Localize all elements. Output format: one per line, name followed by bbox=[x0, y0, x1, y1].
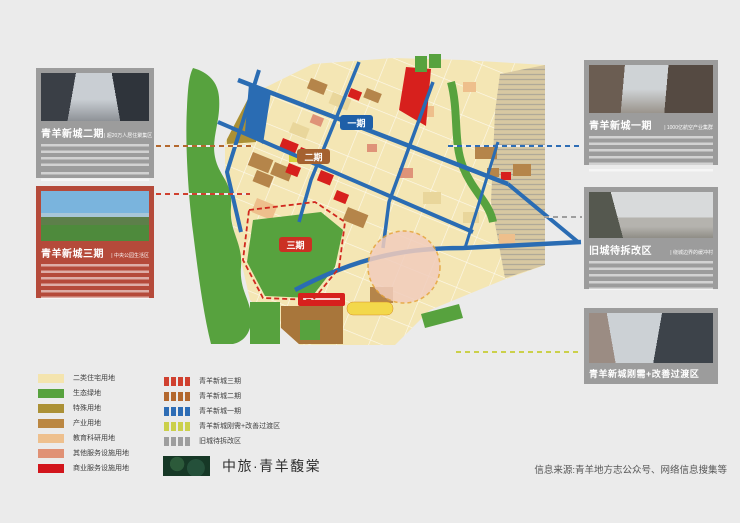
hotel-zone-pill bbox=[347, 302, 393, 315]
card-body-text bbox=[589, 156, 713, 172]
oldtown-photo bbox=[589, 192, 713, 238]
card-body-text bbox=[41, 264, 149, 286]
legend-label: 青羊新城刚需+改善过渡区 bbox=[199, 422, 280, 431]
legend-label: 生态绿地 bbox=[73, 389, 101, 398]
card-body-text bbox=[589, 281, 713, 294]
legend-label: 青羊新城一期 bbox=[199, 407, 241, 416]
card-body-text bbox=[41, 144, 149, 168]
legend-label: 二类住宅用地 bbox=[73, 374, 115, 383]
legend-boundaries: 青羊新城三期 青羊新城二期 青羊新城一期 青羊新城刚需+改善过渡区 旧城待拆改区 bbox=[164, 377, 280, 452]
card-subtitle: | 超20万人居住聚集区 bbox=[104, 132, 152, 139]
phase3-map-label: 三期 bbox=[279, 237, 312, 252]
phase1-photo bbox=[589, 65, 713, 113]
card-body-text bbox=[589, 261, 713, 277]
card-subtitle: | 绕城边界的缓冲村 bbox=[670, 249, 713, 256]
legend-land-use: 二类住宅用地 生态绿地 特殊用地 产业用地 教育科研用地 其他服务设施用地 商业… bbox=[38, 374, 129, 479]
legend-item: 青羊新城刚需+改善过渡区 bbox=[164, 422, 280, 431]
legend-swatch bbox=[164, 407, 190, 416]
transition-photo bbox=[589, 313, 713, 363]
poster-canvas: { "page": { "bg": "#ebebeb", "source_not… bbox=[0, 0, 740, 523]
card-phase3: 青羊新城三期 | 中央公园生活区 bbox=[36, 186, 154, 298]
legend-swatch bbox=[38, 374, 64, 383]
card-title: 青羊新城刚需+改善过渡区 bbox=[589, 367, 699, 380]
logo-text: 中旅·青羊馥棠 bbox=[222, 456, 321, 476]
legend-label: 青羊新城三期 bbox=[199, 377, 241, 386]
phase2-map-label: 二期 bbox=[297, 149, 330, 164]
legend-swatch bbox=[164, 422, 190, 431]
legend-swatch bbox=[164, 392, 190, 401]
card-subtitle: | 1000亿航空产业集群 bbox=[664, 124, 713, 131]
connector-phase3 bbox=[156, 193, 250, 195]
legend-item: 教育科研用地 bbox=[38, 434, 129, 443]
card-phase2: 青羊新城二期 | 超20万人居住聚集区 bbox=[36, 68, 154, 178]
legend-item: 特殊用地 bbox=[38, 404, 129, 413]
legend-item: 生态绿地 bbox=[38, 389, 129, 398]
card-phase1: 青羊新城一期 | 1000亿航空产业集群 bbox=[584, 60, 718, 165]
card-title: 青羊新城二期 bbox=[41, 125, 104, 140]
legend-item: 二类住宅用地 bbox=[38, 374, 129, 383]
legend-item: 其他服务设施用地 bbox=[38, 449, 129, 458]
legend-item: 青羊新城一期 bbox=[164, 407, 280, 416]
card-oldtown: 旧城待拆改区 | 绕城边界的缓冲村 bbox=[584, 187, 718, 289]
legend-swatch bbox=[38, 449, 64, 458]
legend-label: 青羊新城二期 bbox=[199, 392, 241, 401]
card-title: 青羊新城一期 bbox=[589, 117, 652, 132]
legend-swatch bbox=[38, 389, 64, 398]
legend-swatch bbox=[38, 464, 64, 473]
legend-label: 产业用地 bbox=[73, 419, 101, 428]
connector-phase2 bbox=[156, 145, 252, 147]
legend-item: 旧城待拆改区 bbox=[164, 437, 280, 446]
svg-text:二期: 二期 bbox=[304, 152, 322, 163]
legend-swatch bbox=[38, 419, 64, 428]
card-title: 旧城待拆改区 bbox=[589, 242, 652, 257]
legend-swatch bbox=[38, 434, 64, 443]
legend-item: 商业服务设施用地 bbox=[38, 464, 129, 473]
connector-transition bbox=[456, 351, 582, 353]
legend-label: 旧城待拆改区 bbox=[199, 437, 241, 446]
source-note: 信息来源:青羊地方志公众号、网络信息搜集等 bbox=[534, 462, 727, 476]
card-body-text bbox=[41, 290, 149, 303]
phase2-photo bbox=[41, 73, 149, 121]
svg-text:三期: 三期 bbox=[286, 240, 304, 251]
master-plan-map: 一期 二期 三期 bbox=[163, 52, 583, 347]
legend-swatch bbox=[164, 437, 190, 446]
legend-item: 产业用地 bbox=[38, 419, 129, 428]
legend-swatch bbox=[164, 377, 190, 386]
transition-zone-circle bbox=[368, 231, 440, 303]
card-title: 青羊新城三期 bbox=[41, 245, 104, 260]
card-body-text bbox=[589, 136, 713, 152]
commercial-strip bbox=[298, 293, 345, 306]
connector-oldtown bbox=[544, 216, 582, 218]
legend-swatch bbox=[38, 404, 64, 413]
card-subtitle: | 中央公园生活区 bbox=[111, 252, 149, 259]
svg-text:一期: 一期 bbox=[347, 118, 365, 129]
logo-thumbnail-image bbox=[163, 456, 210, 476]
brand-logo: 中旅·青羊馥棠 bbox=[163, 456, 321, 476]
phase1-map-label: 一期 bbox=[340, 115, 373, 130]
legend-label: 其他服务设施用地 bbox=[73, 449, 129, 458]
legend-label: 商业服务设施用地 bbox=[73, 464, 129, 473]
connector-phase1 bbox=[448, 145, 582, 147]
legend-label: 特殊用地 bbox=[73, 404, 101, 413]
card-transition: 青羊新城刚需+改善过渡区 bbox=[584, 308, 718, 384]
phase3-photo bbox=[41, 191, 149, 241]
card-body-text bbox=[41, 172, 149, 185]
legend-item: 青羊新城二期 bbox=[164, 392, 280, 401]
legend-label: 教育科研用地 bbox=[73, 434, 115, 443]
legend-item: 青羊新城三期 bbox=[164, 377, 280, 386]
